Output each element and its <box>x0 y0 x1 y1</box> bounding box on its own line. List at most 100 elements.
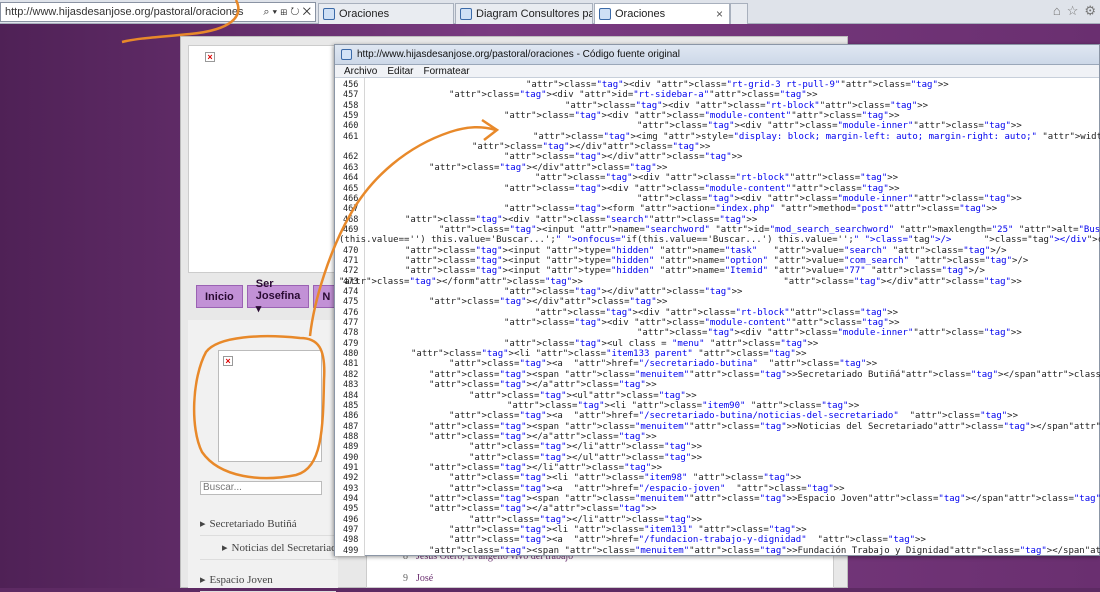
line-number: 478 <box>343 328 359 339</box>
line-number: 495 <box>343 504 359 515</box>
code-text: "attr">class="tag"><div "attr">class="mo… <box>504 111 900 122</box>
code-text: "attr">class="tag"></a"attr">class="tag"… <box>429 504 657 515</box>
code-text: "attr">class="tag"><a "attr">href="/secr… <box>449 411 1018 422</box>
code-text: "attr">class="tag"></li"attr">class="tag… <box>469 514 703 525</box>
code-text: "attr">class="tag"><div "attr">class="mo… <box>637 121 1022 132</box>
page-icon <box>341 49 352 60</box>
code-text: "attr">class="tag"><span "attr">class="m… <box>429 421 1100 432</box>
list-text: José <box>416 573 434 584</box>
page-icon <box>460 8 472 20</box>
line-number: 488 <box>343 431 359 442</box>
window-titlebar[interactable]: http://www.hijasdesanjose.org/pastoral/o… <box>335 45 1099 65</box>
arrow-right-icon: ▸ <box>200 518 206 530</box>
line-number: 472 <box>343 266 359 277</box>
code-text: "attr">class="tag"></ul"attr">class="tag… <box>469 452 703 463</box>
side-menu-item-secretariado[interactable]: ▸ Secretariado Butiñá <box>200 512 336 536</box>
line-number: 456 <box>343 80 359 90</box>
code-text: "attr">class="tag"><a "attr">href="/fund… <box>449 535 926 546</box>
page-icon <box>323 8 335 20</box>
line-number: 475 <box>343 297 359 308</box>
tab-label: Oraciones <box>339 8 390 20</box>
code-text: "attr">class="tag"><div "attr">class="mo… <box>637 193 1022 204</box>
list-item[interactable]: 9 José <box>403 573 433 584</box>
code-text: "attr">class="tag"></li"attr">class="tag… <box>469 442 703 453</box>
line-number: 474 <box>343 287 359 297</box>
main-menu: Inicio Ser Josefina ▾ N <box>196 278 340 315</box>
menu-archivo[interactable]: Archivo <box>344 66 377 77</box>
line-number: 492 <box>343 473 359 484</box>
arrow-right-icon: ▸ <box>200 574 206 586</box>
side-menu-item-espacio-joven[interactable]: ▸ Espacio Joven <box>200 568 336 592</box>
code-text: "attr">class="tag"><div "attr">class="mo… <box>637 328 1022 339</box>
broken-image-icon: × <box>223 356 233 366</box>
line-number: 494 <box>343 494 359 504</box>
side-menu-item-noticias[interactable]: ▸ Noticias del Secretariado <box>200 536 336 560</box>
code-text: "attr">class="tag"><span "attr">class="m… <box>429 369 1100 380</box>
line-number: 465 <box>343 183 359 194</box>
code-text: "attr">class="tag"><a "attr">href="/secr… <box>449 359 878 370</box>
tab-oraciones-active[interactable]: Oraciones × <box>594 3 730 24</box>
line-number: 496 <box>343 514 359 525</box>
code-text: "attr">class="tag"></li"attr">class="tag… <box>429 462 663 473</box>
side-menu-label: Secretariado Butiñá <box>209 517 297 530</box>
search-input[interactable]: Buscar... <box>200 481 322 495</box>
line-number: 484 <box>343 390 359 401</box>
code-text: "attr">class="tag"><ul"attr">class="tag"… <box>469 390 697 401</box>
menu-item-inicio[interactable]: Inicio <box>196 285 243 308</box>
code-text: "attr">class="tag"></a"attr">class="tag"… <box>429 431 657 442</box>
tab-diagram[interactable]: Diagram Consultores para el T... <box>455 3 593 24</box>
code-text: "attr">class="tag"><input "attr">name="s… <box>439 224 1100 235</box>
code-text: "attr">class="tag"><span "attr">class="m… <box>429 545 1100 556</box>
menu-item-ser-josefina[interactable]: Ser Josefina ▾ <box>246 278 310 315</box>
address-bar[interactable]: http://www.hijasdesanjose.org/pastoral/o… <box>0 2 316 22</box>
line-number: 461 <box>343 131 359 142</box>
star-icon[interactable]: ☆ <box>1067 3 1079 19</box>
tab-oraciones-1[interactable]: Oraciones <box>318 3 454 24</box>
line-number: 491 <box>343 462 359 473</box>
menu-formatear[interactable]: Formatear <box>423 66 469 77</box>
source-code-view[interactable]: 456 "attr">class="tag"><div "attr">class=… <box>335 78 1100 556</box>
code-text: "attr">class="tag"><div "attr">class="rt… <box>526 80 949 90</box>
line-number: 470 <box>343 245 359 256</box>
line-number: 471 <box>343 255 359 266</box>
side-menu: ▸ Secretariado Butiñá ▸ Noticias del Sec… <box>200 512 336 592</box>
line-number: 482 <box>343 369 359 380</box>
code-text: "attr">class="tag"></div"attr">class="ta… <box>472 142 711 153</box>
code-text: "attr">class="tag"><div "attr">class="rt… <box>535 173 899 184</box>
home-icon[interactable]: ⌂ <box>1053 3 1061 19</box>
code-text: "attr">class="tag"><div "attr">class="mo… <box>504 318 900 329</box>
address-url[interactable]: http://www.hijasdesanjose.org/pastoral/o… <box>1 6 263 18</box>
menu-editar[interactable]: Editar <box>387 66 413 77</box>
line-number: 477 <box>343 318 359 329</box>
tab-label: Diagram Consultores para el T... <box>476 8 592 20</box>
code-text: "attr">class="tag"></div"attr">class="ta… <box>504 287 743 297</box>
code-text: "attr">class="tag"><div "attr">class="mo… <box>504 183 900 194</box>
window-title: http://www.hijasdesanjose.org/pastoral/o… <box>357 49 680 60</box>
side-menu-label: Espacio Joven <box>209 573 273 586</box>
header-image-box: × <box>188 45 338 273</box>
sidebar-image-box: × <box>218 350 322 462</box>
code-text: "attr">class="tag"></div"attr">class="ta… <box>429 162 668 173</box>
code-text: "attr">class="tag"><div "attr">class="rt… <box>565 100 929 111</box>
code-text: "attr">class="tag"><form "attr">action="… <box>504 204 998 215</box>
gear-icon[interactable]: ⚙ <box>1084 3 1096 19</box>
list-number: 9 <box>403 573 408 584</box>
arrow-right-icon: ▸ <box>222 542 228 554</box>
address-bar-icons[interactable]: ⌕ ▾ ⊞ ↻ ✕ <box>263 6 315 19</box>
code-text: "attr">class="tag"><li "attr">class="ite… <box>449 525 807 536</box>
line-number: 458 <box>343 100 359 111</box>
line-number: 468 <box>343 214 359 225</box>
code-text: "attr">class="tag"><div "attr">id="rt-si… <box>449 90 818 101</box>
code-text: (this.value=='') this.value='Buscar...';… <box>339 235 1100 246</box>
line-number: 467 <box>343 204 359 215</box>
line-number: 497 <box>343 525 359 536</box>
close-icon[interactable]: × <box>716 7 723 21</box>
code-text: "attr">class="tag"><ul class = "menu" "a… <box>504 338 819 349</box>
side-menu-label: Noticias del Secretariado <box>231 541 336 554</box>
new-tab-button[interactable] <box>730 3 748 24</box>
code-text: "attr">class="tag"><span "attr">class="m… <box>429 494 1100 504</box>
code-text: "attr">class="tag"><div "attr">class="rt… <box>535 307 899 318</box>
line-number: 499 <box>343 545 359 556</box>
line-number: 464 <box>343 173 359 184</box>
line-number: 469 <box>343 224 359 235</box>
